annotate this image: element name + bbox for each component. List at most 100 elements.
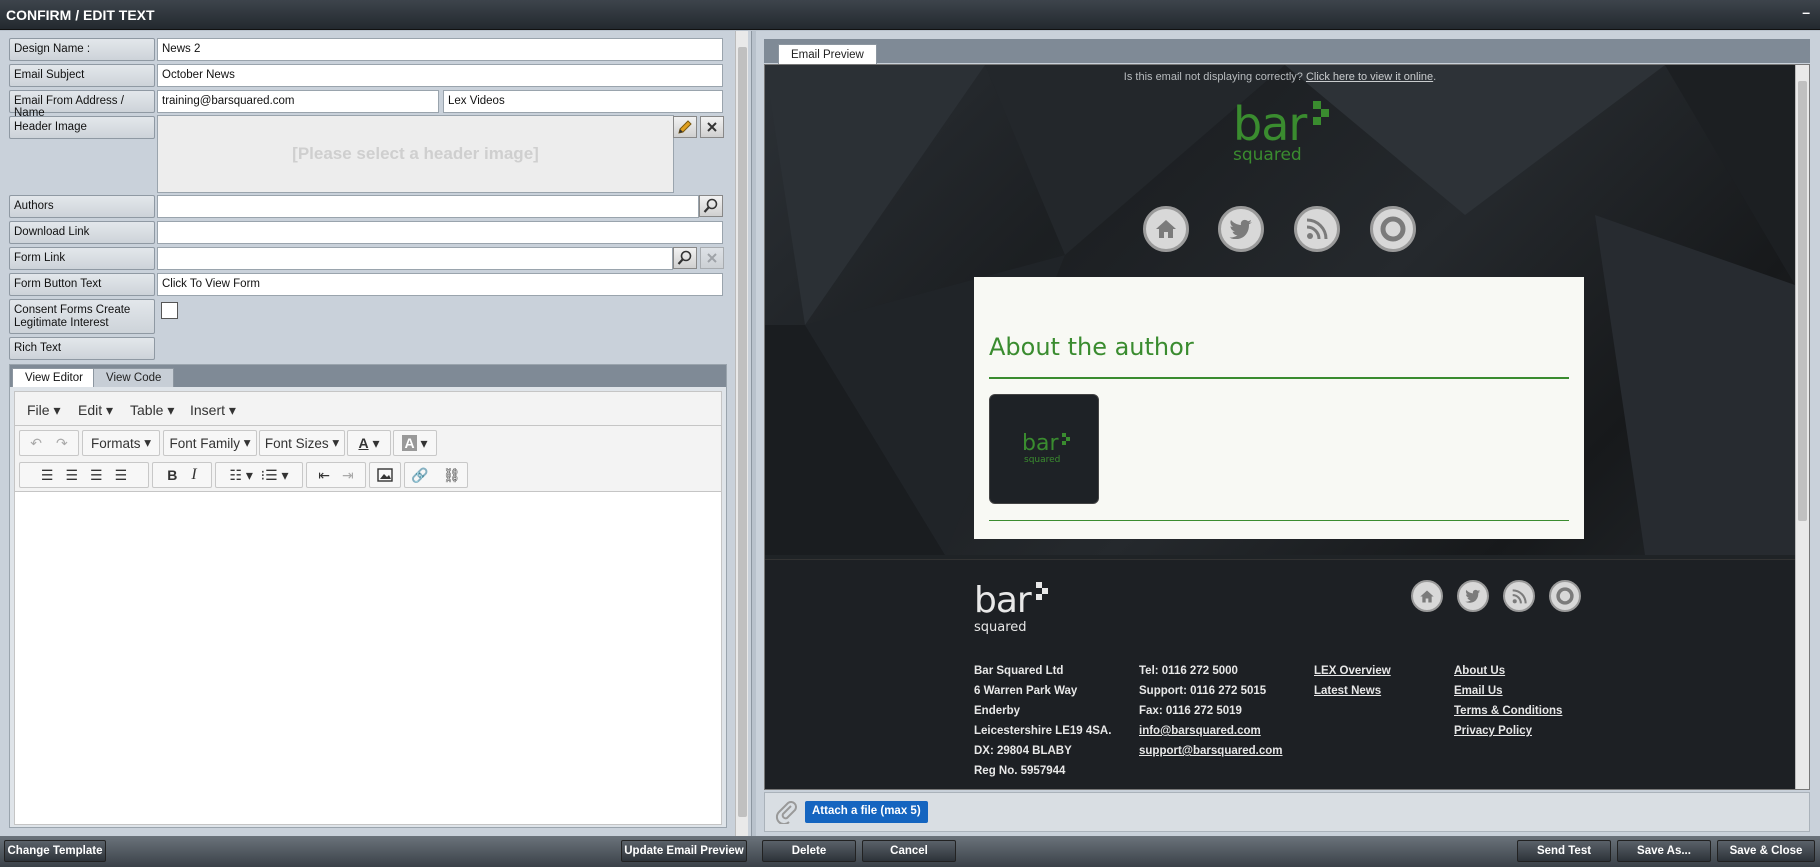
support-ring-icon[interactable] bbox=[1370, 206, 1416, 252]
send-test-button[interactable]: Send Test bbox=[1517, 840, 1611, 862]
rich-text-label: Rich Text bbox=[9, 337, 155, 360]
terms-link[interactable]: Terms & Conditions bbox=[1454, 701, 1562, 721]
font-color-icon: A bbox=[358, 435, 369, 451]
preview-tab-bar: Email Preview bbox=[764, 39, 1810, 64]
bullet-list-icon[interactable]: ☷ ▾ bbox=[229, 467, 252, 484]
formats-dropdown[interactable]: Formats ▾ bbox=[82, 430, 160, 456]
tab-email-preview[interactable]: Email Preview bbox=[778, 44, 877, 64]
twitter-icon[interactable] bbox=[1457, 580, 1489, 612]
search-icon[interactable] bbox=[699, 195, 723, 217]
email-subject-input[interactable]: October News bbox=[157, 64, 723, 87]
background-color-button[interactable]: A ▾ bbox=[393, 430, 437, 456]
search-icon[interactable] bbox=[673, 247, 697, 269]
undo-icon[interactable]: ↶ bbox=[30, 435, 42, 452]
clear-x-icon[interactable] bbox=[700, 116, 724, 138]
alignment-group: ☰ ☰ ☰ ☰ bbox=[19, 462, 149, 488]
redo-icon[interactable]: ↷ bbox=[56, 435, 68, 452]
twitter-icon[interactable] bbox=[1218, 206, 1264, 252]
view-online-link[interactable]: Click here to view it online bbox=[1306, 71, 1433, 83]
outdent-icon[interactable]: ⇤ bbox=[318, 467, 330, 484]
home-icon[interactable] bbox=[1143, 206, 1189, 252]
save-as-button[interactable]: Save As... bbox=[1617, 840, 1711, 862]
form-link-input[interactable] bbox=[157, 247, 673, 270]
authors-input[interactable] bbox=[157, 195, 699, 218]
editor-content-area[interactable] bbox=[14, 492, 722, 825]
background-color-icon: A bbox=[402, 435, 417, 451]
left-panel-scrollbar[interactable] bbox=[735, 31, 748, 836]
download-link-input[interactable] bbox=[157, 221, 723, 244]
form-button-text-label: Form Button Text bbox=[9, 273, 155, 296]
email-from-name-input[interactable]: Lex Videos bbox=[443, 90, 723, 113]
insert-image-icon[interactable] bbox=[369, 462, 401, 488]
editor-menu-bar: File ▾ Edit ▾ Table ▾ Insert ▾ bbox=[14, 391, 722, 426]
form-button-text-input[interactable]: Click To View Form bbox=[157, 273, 723, 296]
scrollbar-thumb[interactable] bbox=[1798, 81, 1807, 521]
about-author-card: About the author bar squared bbox=[974, 277, 1584, 539]
numbered-list-icon[interactable]: ⁝☰ ▾ bbox=[261, 467, 289, 484]
window-title: CONFIRM / EDIT TEXT bbox=[6, 7, 155, 23]
change-template-button[interactable]: Change Template bbox=[4, 840, 106, 862]
align-center-icon[interactable]: ☰ bbox=[65, 467, 78, 484]
footer-address: Bar Squared Ltd 6 Warren Park Way Enderb… bbox=[974, 665, 1112, 777]
minimize-button[interactable]: – bbox=[1802, 4, 1810, 20]
update-preview-button[interactable]: Update Email Preview bbox=[621, 840, 747, 862]
edit-pencil-icon[interactable] bbox=[673, 116, 697, 138]
menu-edit[interactable]: Edit ▾ bbox=[78, 402, 113, 419]
form-link-label: Form Link bbox=[9, 247, 155, 270]
authors-label: Authors bbox=[9, 195, 155, 218]
font-family-dropdown[interactable]: Font Family ▾ bbox=[163, 430, 257, 456]
attach-file-button[interactable]: Attach a file (max 5) bbox=[805, 801, 928, 823]
support-ring-icon[interactable] bbox=[1549, 580, 1581, 612]
unlink-icon[interactable]: ⛓ bbox=[443, 467, 461, 484]
rss-icon[interactable] bbox=[1503, 580, 1535, 612]
rss-icon[interactable] bbox=[1294, 206, 1340, 252]
link-icon[interactable]: 🔗 bbox=[411, 467, 428, 484]
undo-redo-group: ↶ ↷ bbox=[19, 430, 79, 456]
card-divider-bottom bbox=[989, 520, 1569, 521]
header-image-label: Header Image bbox=[9, 116, 155, 139]
footer-links-1: LEX Overview Latest News bbox=[1314, 661, 1391, 701]
bar-squared-logo: bar squared bbox=[1233, 97, 1333, 177]
align-left-icon[interactable]: ☰ bbox=[41, 467, 54, 484]
design-name-input[interactable]: News 2 bbox=[157, 38, 723, 61]
delete-button[interactable]: Delete bbox=[762, 840, 856, 862]
menu-table[interactable]: Table ▾ bbox=[130, 402, 174, 419]
edit-form-panel: Design Name : News 2 Email Subject Octob… bbox=[0, 31, 752, 836]
lex-overview-link[interactable]: LEX Overview bbox=[1314, 661, 1391, 681]
italic-button[interactable]: I bbox=[191, 466, 196, 484]
privacy-policy-link[interactable]: Privacy Policy bbox=[1454, 721, 1562, 741]
font-color-button[interactable]: A ▾ bbox=[347, 430, 391, 456]
home-icon[interactable] bbox=[1411, 580, 1443, 612]
align-justify-icon[interactable]: ☰ bbox=[115, 467, 128, 484]
tab-view-code[interactable]: View Code bbox=[93, 368, 175, 387]
footer-logo: bar squared bbox=[974, 580, 1054, 640]
email-from-address-input[interactable]: training@barsquared.com bbox=[157, 90, 439, 113]
about-us-link[interactable]: About Us bbox=[1454, 661, 1562, 681]
tab-view-editor[interactable]: View Editor bbox=[12, 368, 96, 387]
preview-scrollbar[interactable] bbox=[1795, 65, 1809, 789]
list-group: ☷ ▾ ⁝☰ ▾ bbox=[215, 462, 303, 488]
menu-file[interactable]: File ▾ bbox=[27, 402, 60, 419]
card-title: About the author bbox=[989, 333, 1194, 361]
font-sizes-dropdown[interactable]: Font Sizes ▾ bbox=[259, 430, 345, 456]
rich-text-editor: View Editor View Code File ▾ Edit ▾ Tabl… bbox=[9, 364, 727, 828]
menu-insert[interactable]: Insert ▾ bbox=[190, 402, 236, 419]
consent-checkbox[interactable] bbox=[161, 302, 178, 319]
author-avatar: bar squared bbox=[989, 394, 1099, 504]
save-close-button[interactable]: Save & Close bbox=[1717, 840, 1815, 862]
align-right-icon[interactable]: ☰ bbox=[90, 467, 103, 484]
bold-button[interactable]: B bbox=[167, 467, 177, 483]
download-link-label: Download Link bbox=[9, 221, 155, 244]
header-image-dropzone[interactable]: [Please select a header image] bbox=[157, 115, 674, 193]
email-preview-panel: Email Preview Is this email not displayi… bbox=[756, 31, 1820, 836]
email-support-link[interactable]: support@barsquared.com bbox=[1139, 741, 1283, 761]
email-us-link[interactable]: Email Us bbox=[1454, 681, 1562, 701]
latest-news-link[interactable]: Latest News bbox=[1314, 681, 1391, 701]
cancel-button[interactable]: Cancel bbox=[862, 840, 956, 862]
email-info-link[interactable]: info@barsquared.com bbox=[1139, 721, 1283, 741]
indent-group: ⇤ ⇥ bbox=[306, 462, 366, 488]
consent-label: Consent Forms Create Legitimate Interest bbox=[9, 299, 155, 334]
scrollbar-thumb[interactable] bbox=[738, 47, 747, 817]
indent-icon[interactable]: ⇥ bbox=[342, 467, 354, 484]
clear-x-icon[interactable] bbox=[700, 247, 724, 269]
